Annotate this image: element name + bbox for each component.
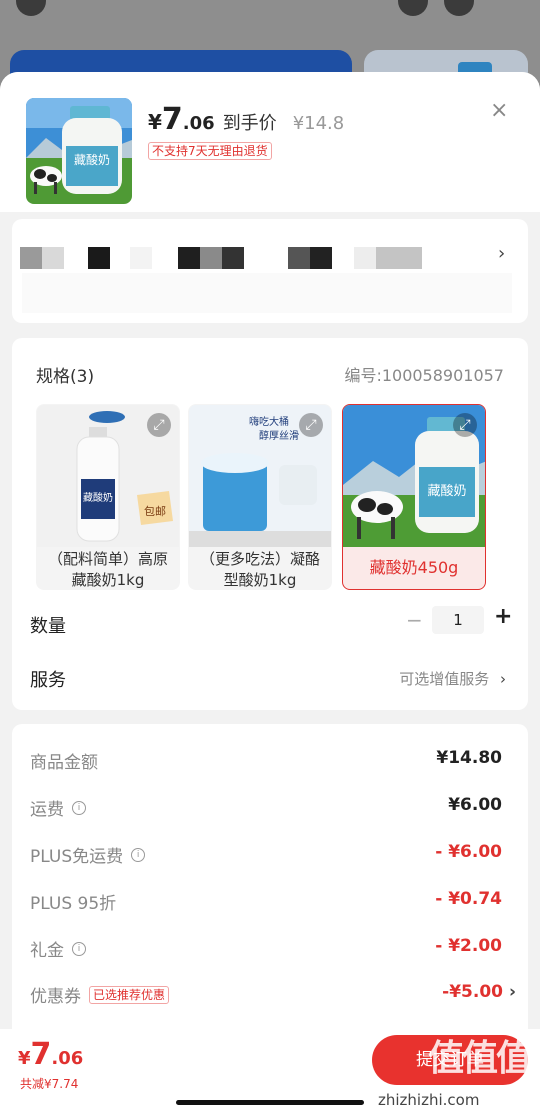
address-card[interactable]: › [12,219,528,323]
footer-price: ¥ 7 .06 [18,1037,83,1072]
redacted-block [222,247,244,269]
quantity-input[interactable]: 1 [432,606,484,634]
spec-option-label: （配料简单）高原藏酸奶1kg [47,550,168,589]
original-price: ¥14.8 [292,113,345,134]
price-tag-label: 到手价 [222,113,277,134]
chevron-right-icon: › [508,982,516,1002]
spec-option[interactable]: 藏酸奶 包邮 ⤢ （配料简单）高原藏酸奶1kg [36,404,180,590]
expand-icon[interactable]: ⤢ [299,413,323,437]
cost-row: 运费 i ¥6.00 [30,795,502,821]
price-decimal: .06 [51,1048,84,1069]
chevron-right-icon: › [500,670,506,688]
redacted-area [22,273,512,313]
price-integer: 7 [161,102,183,137]
expand-icon[interactable]: ⤢ [147,413,171,437]
cost-label: PLUS免运费 [30,847,124,867]
cost-value: - ¥6.00 [435,842,502,862]
price-integer: 7 [30,1037,52,1072]
info-icon[interactable]: i [131,847,146,862]
service-selector[interactable]: 可选增值服务 › [399,668,506,689]
svg-text:藏酸奶: 藏酸奶 [427,484,466,499]
chevron-right-icon: › [498,243,506,264]
redacted-block [310,247,332,269]
redacted-block [42,247,64,269]
svg-text:嗨吃大桶: 嗨吃大桶 [249,415,289,428]
cost-label: 运费 [30,800,64,820]
redacted-block [178,247,200,269]
spec-option-label: （更多吃法）凝酪型酸奶1kg [199,550,320,589]
info-icon[interactable]: i [72,800,86,815]
cost-row: 礼金 i - ¥2.00 [30,936,502,962]
price-decimal: .06 [182,113,215,134]
watermark-logo: 值值值 [427,1038,532,1079]
spec-card: 规格(3) 编号:100058901057 藏酸奶 包邮 ⤢ （配料简单）高原藏… [12,338,528,710]
expand-icon[interactable]: ⤢ [453,413,477,437]
checkout-sheet: 藏酸奶 ¥ 7 .06 到手价 ¥14.8 不支持7天无理由退货 × › 规格(… [0,72,540,1115]
svg-text:藏酸奶: 藏酸奶 [83,491,113,504]
coupon-tag: 已选推荐优惠 [89,985,170,1004]
total-saved: 共减¥7.74 [20,1077,79,1091]
cost-value: - ¥0.74 [435,889,502,909]
redacted-block [354,247,376,269]
spec-option[interactable]: 嗨吃大桶 醇厚丝滑 ⤢ （更多吃法）凝酪型酸奶1kg [188,404,332,590]
product-thumbnail[interactable]: 藏酸奶 [26,98,132,204]
svg-text:包邮: 包邮 [144,505,166,518]
redacted-block [288,247,310,269]
quantity-plus-button[interactable]: + [494,604,512,629]
cost-label: PLUS 95折 [30,894,117,914]
cost-row: PLUS免运费 i - ¥6.00 [30,842,502,868]
redacted-block [200,247,222,269]
cost-value: ¥14.80 [436,748,502,768]
info-icon[interactable]: i [72,941,86,956]
final-price: ¥ 7 .06 到手价 ¥14.8 [148,102,344,137]
cost-label: 商品金额 [30,753,98,773]
cost-value: ¥6.00 [448,795,502,815]
svg-text:醇厚丝滑: 醇厚丝滑 [259,429,299,442]
checkout-footer: ¥ 7 .06 共减¥7.74 提交订单 值值值 zhizhizhi.com [0,1029,540,1115]
spec-option-selected[interactable]: 藏酸奶 ⤢ 藏酸奶450g [342,404,486,590]
redacted-block [130,247,152,269]
cost-value: - ¥2.00 [435,936,502,956]
cost-row: 商品金额 ¥14.80 [30,748,502,774]
service-label: 服务 [30,670,66,691]
cost-breakdown-card: 商品金额 ¥14.80 运费 i ¥6.00 PLUS免运费 i - ¥6.00 P… [12,724,528,1044]
cost-row: PLUS 95折 - ¥0.74 [30,889,502,915]
redacted-block [88,247,110,269]
service-value: 可选增值服务 [399,670,490,688]
home-indicator[interactable] [176,1100,364,1105]
product-code: 编号:100058901057 [344,366,504,385]
redacted-block [376,247,422,269]
cost-value: -¥5.00 [442,982,503,1002]
no-return-badge: 不支持7天无理由退货 [148,142,272,160]
coupon-value: -¥5.00 › [442,982,516,1002]
spec-title: 规格(3) [36,367,95,387]
cost-label: 优惠券 [30,987,81,1007]
redacted-block [20,247,42,269]
watermark-url: zhizhizhi.com [378,1091,480,1109]
currency-symbol: ¥ [148,110,162,134]
cost-label: 礼金 [30,941,64,961]
coupon-row[interactable]: 优惠券 已选推荐优惠 -¥5.00 › [30,982,516,1008]
product-header: 藏酸奶 ¥ 7 .06 到手价 ¥14.8 不支持7天无理由退货 × [0,72,540,212]
svg-text:藏酸奶: 藏酸奶 [74,152,110,167]
quantity-minus-button[interactable]: − [406,608,423,632]
quantity-label: 数量 [30,616,66,637]
close-icon[interactable]: × [490,100,508,122]
spec-option-label: 藏酸奶450g [369,558,459,577]
currency-symbol: ¥ [18,1048,31,1069]
